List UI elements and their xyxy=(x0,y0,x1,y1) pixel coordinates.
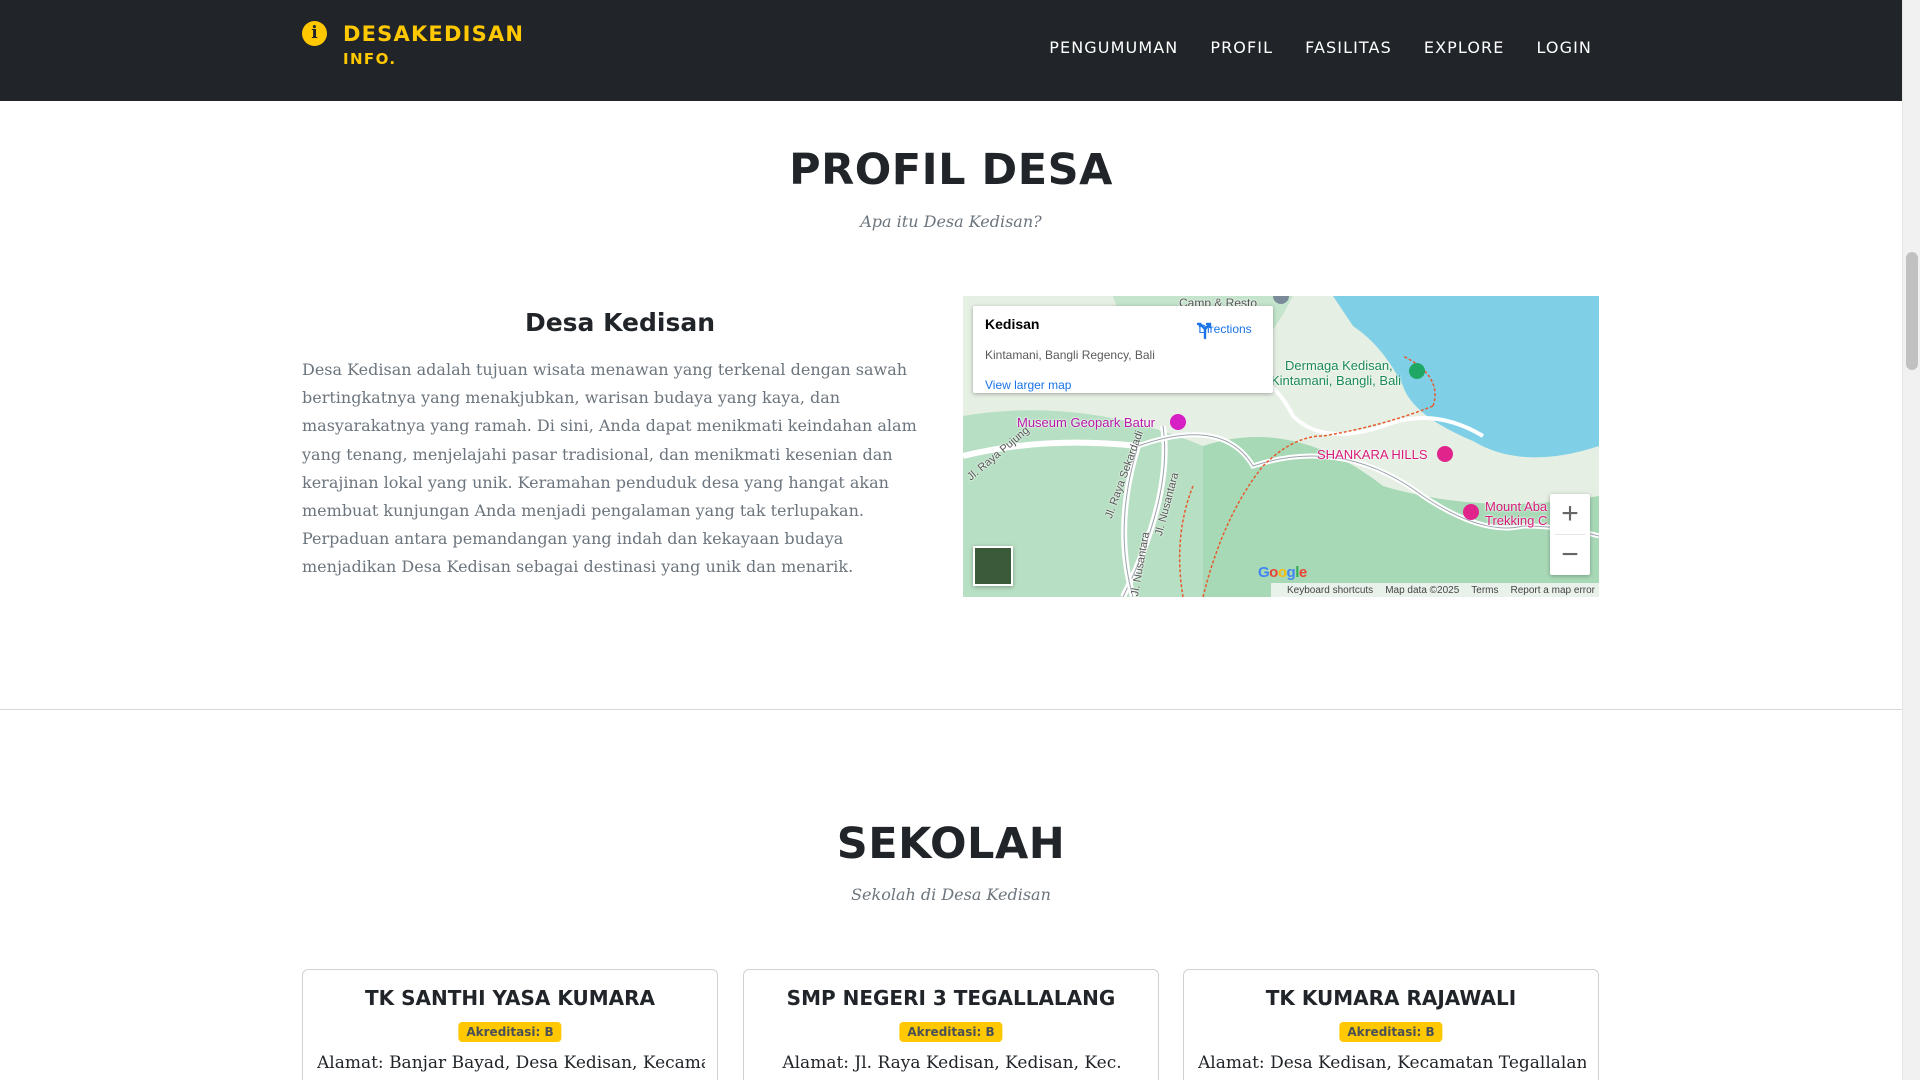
directions-button[interactable]: Directions xyxy=(1195,320,1255,340)
view-larger-map-link[interactable]: View larger map xyxy=(985,378,1071,392)
profile-subheading: Apa itu Desa Kedisan? xyxy=(860,212,1042,231)
map-place-name: Kedisan xyxy=(985,316,1040,332)
map-label-mount: Mount Aba xyxy=(1485,499,1548,514)
school-address: Alamat: Desa Kedisan, Kecamatan Tegallal… xyxy=(1198,1053,1586,1073)
map-info-card: Kedisan Kintamani, Bangli Regency, Bali … xyxy=(973,306,1273,393)
map-label-shankara: SHANKARA HILLS xyxy=(1317,447,1428,462)
map-label-dermaga-location: Kintamani, Bangli, Bali xyxy=(1271,373,1402,388)
schools-heading: SEKOLAH xyxy=(836,819,1066,869)
profile-title: Desa Kedisan xyxy=(524,308,716,337)
nav-link-profil[interactable]: PROFIL xyxy=(1210,38,1273,57)
map-label-dermaga: Dermaga Kedisan, xyxy=(1285,358,1393,373)
page-scrollbar[interactable] xyxy=(1902,0,1920,1080)
map-data-text: Map data ©2025 xyxy=(1385,584,1460,596)
keyboard-shortcuts-link[interactable]: Keyboard shortcuts xyxy=(1287,585,1373,596)
google-logo: Google xyxy=(1258,564,1307,581)
terms-link[interactable]: Terms xyxy=(1471,585,1498,596)
brand-logo[interactable]: i DESAKEDISAN INFO. xyxy=(302,20,524,68)
map-place-address: Kintamani, Bangli Regency, Bali xyxy=(985,348,1155,362)
nav-menu: PENGUMUMAN PROFIL FASILITAS EXPLORE LOGI… xyxy=(1017,38,1592,57)
report-error-link[interactable]: Report a map error xyxy=(1511,585,1595,596)
school-name: SMP NEGERI 3 TEGALLALANG xyxy=(786,986,1116,1010)
map-label-museum: Museum Geopark Batur xyxy=(1017,415,1156,430)
school-address: Alamat: Banjar Bayad, Desa Kedisan, Keca… xyxy=(317,1053,705,1073)
nav-link-pengumuman[interactable]: PENGUMUMAN xyxy=(1049,38,1178,57)
satellite-layer-button[interactable] xyxy=(973,546,1013,586)
section-divider xyxy=(0,709,1902,710)
school-address: Alamat: Jl. Raya Kedisan, Kedisan, Kec. xyxy=(782,1053,1122,1073)
map-label-trekking: Trekking C xyxy=(1485,513,1548,528)
accreditation-badge: Akreditasi: B xyxy=(1339,1022,1443,1042)
map-embed[interactable]: Camp & Resto Dermaga Kedisan, Kintamani,… xyxy=(963,296,1599,597)
school-name: TK KUMARA RAJAWALI xyxy=(1265,986,1517,1010)
school-name: TK SANTHI YASA KUMARA xyxy=(364,986,656,1010)
brand-name: DESAKEDISAN xyxy=(343,22,525,46)
brand-subtitle: INFO. xyxy=(343,50,397,68)
scrollbar-thumb[interactable] xyxy=(1906,252,1918,370)
nav-link-login[interactable]: LOGIN xyxy=(1536,38,1592,57)
map-footer: Keyboard shortcuts Map data ©2025 Terms … xyxy=(1271,583,1599,597)
nav-link-explore[interactable]: EXPLORE xyxy=(1424,38,1505,57)
accreditation-badge: Akreditasi: B xyxy=(458,1022,562,1042)
school-card[interactable]: TK KUMARA RAJAWALI Akreditasi: B Alamat:… xyxy=(1183,969,1599,1080)
directions-icon xyxy=(1196,322,1212,340)
schools-subheading: Sekolah di Desa Kedisan xyxy=(851,885,1051,904)
school-card[interactable]: TK SANTHI YASA KUMARA Akreditasi: B Alam… xyxy=(302,969,718,1080)
info-circle-icon: i xyxy=(302,21,327,46)
map-zoom-control: + − xyxy=(1550,494,1590,575)
profile-heading: PROFIL DESA xyxy=(789,145,1113,195)
nav-link-fasilitas[interactable]: FASILITAS xyxy=(1305,38,1392,57)
zoom-out-button[interactable]: − xyxy=(1550,535,1590,575)
accreditation-badge: Akreditasi: B xyxy=(899,1022,1003,1042)
navbar: i DESAKEDISAN INFO. PENGUMUMAN PROFIL FA… xyxy=(0,0,1902,101)
zoom-in-button[interactable]: + xyxy=(1550,494,1590,534)
school-card[interactable]: SMP NEGERI 3 TEGALLALANG Akreditasi: B A… xyxy=(743,969,1159,1080)
profile-description: Desa Kedisan adalah tujuan wisata menawa… xyxy=(302,360,917,577)
